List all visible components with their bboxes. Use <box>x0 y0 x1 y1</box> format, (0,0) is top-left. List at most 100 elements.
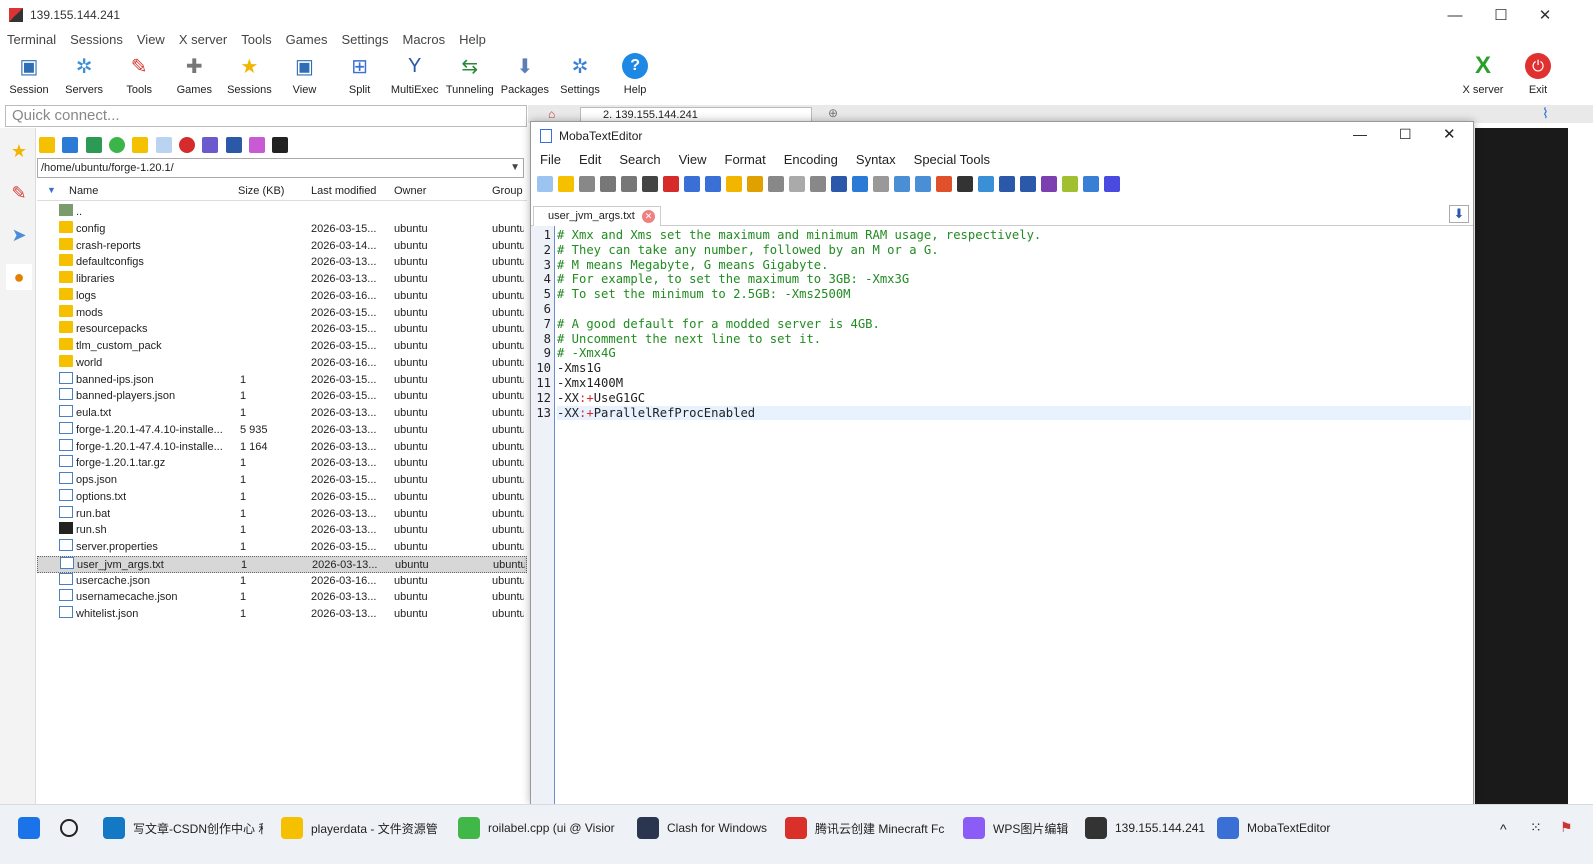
editor-menu-file[interactable]: File <box>531 150 570 170</box>
taskbar-qt-item[interactable]: roilabel.cpp (ui @ Visior <box>458 816 618 840</box>
taskbar-editor-item[interactable]: MobaTextEditor <box>1217 816 1337 840</box>
editor-close-button[interactable]: ✕ <box>1443 125 1456 143</box>
taskbar-folder-item[interactable]: playerdata - 文件资源管 <box>281 816 441 840</box>
file-row[interactable]: defaultconfigs 2026-03-13... ubuntu ubuntu <box>37 254 527 271</box>
close-icon[interactable] <box>663 176 679 192</box>
rename-icon[interactable] <box>202 137 219 153</box>
file-row[interactable]: banned-players.json 1 2026-03-15... ubuntu u… <box>37 388 527 405</box>
taskbar-wps-item[interactable]: 腾讯云创建 Minecraft Fc <box>785 816 945 840</box>
window-icon[interactable] <box>894 176 910 192</box>
toolbar-games-button[interactable]: ✚ Games <box>166 50 222 102</box>
terminal-area[interactable] <box>1475 128 1568 804</box>
wand-icon[interactable] <box>249 137 266 153</box>
quick-connect-input[interactable]: Quick connect... <box>5 105 527 127</box>
column-group[interactable]: Group <box>492 185 523 197</box>
replace-icon[interactable] <box>852 176 868 192</box>
home-tab-icon[interactable]: ⌂ <box>548 107 555 121</box>
minimize-button[interactable]: — <box>1432 0 1478 30</box>
file-row[interactable]: mods 2026-03-15... ubuntu ubuntu <box>37 304 527 322</box>
new-file-icon[interactable] <box>537 176 553 192</box>
toolbar-help-button[interactable]: ? Help <box>607 50 663 102</box>
menu-macros[interactable]: Macros <box>395 30 452 50</box>
cut-icon[interactable] <box>768 176 784 192</box>
menu-sessions[interactable]: Sessions <box>63 30 130 50</box>
highlight-icon[interactable] <box>1062 176 1078 192</box>
file-row[interactable]: usernamecache.json 1 2026-03-13... ubuntu ub… <box>37 589 527 606</box>
editor-menu-search[interactable]: Search <box>610 150 669 170</box>
code-area[interactable]: # Xmx and Xms set the maximum and minimu… <box>555 226 1473 805</box>
editor-minimize-button[interactable]: — <box>1353 126 1367 142</box>
paste-icon[interactable] <box>810 176 826 192</box>
file-row[interactable]: banned-ips.json 1 2026-03-15... ubuntu ubunt… <box>37 371 527 389</box>
editor-menu-special-tools[interactable]: Special Tools <box>905 150 999 170</box>
linux-icon[interactable] <box>957 176 973 192</box>
outdent-icon[interactable] <box>684 176 700 192</box>
properties-icon[interactable] <box>225 137 242 153</box>
file-row[interactable]: resourcepacks 2026-03-15... ubuntu ubuntu <box>37 321 527 338</box>
bookmark-next-icon[interactable] <box>747 176 763 192</box>
tools-icon[interactable]: ✎ <box>6 180 32 206</box>
columns-icon[interactable] <box>1020 176 1036 192</box>
delete-icon[interactable] <box>179 137 196 153</box>
editor-menu-view[interactable]: View <box>670 150 716 170</box>
file-row[interactable]: run.sh 1 2026-03-13... ubuntu ubuntu <box>37 522 527 539</box>
menu-view[interactable]: View <box>130 30 172 50</box>
attach-icon[interactable]: ⌇ <box>1542 105 1549 122</box>
menu-help[interactable]: Help <box>452 30 493 50</box>
toolbar-tools-button[interactable]: ✎ Tools <box>111 50 167 102</box>
file-row[interactable]: libraries 2026-03-13... ubuntu ubuntu <box>37 271 527 288</box>
file-row[interactable]: logs 2026-03-16... ubuntu ubuntu <box>37 287 527 305</box>
toolbar-view-button[interactable]: ▣ View <box>277 50 333 102</box>
refresh-icon[interactable] <box>109 137 126 153</box>
chevron-down-icon[interactable]: ▼ <box>510 159 520 177</box>
sessions-star-icon[interactable]: ★ <box>6 138 32 164</box>
file-row[interactable]: eula.txt 1 2026-03-13... ubuntu ubuntu <box>37 405 527 422</box>
close-x-icon[interactable] <box>1104 176 1120 192</box>
tray-icon[interactable]: ⚑ <box>1560 819 1573 836</box>
grid-icon[interactable] <box>873 176 889 192</box>
menu-settings[interactable]: Settings <box>335 30 396 50</box>
menu-terminal[interactable]: Terminal <box>0 30 63 50</box>
file-row[interactable]: server.properties 1 2026-03-15... ubuntu ubu… <box>37 539 527 556</box>
file-row[interactable]: crash-reports 2026-03-14... ubuntu ubuntu <box>37 237 527 255</box>
column-modified[interactable]: Last modified <box>311 185 376 197</box>
taskbar-edge-item[interactable]: 写文章-CSDN创作中心 和 <box>103 816 263 840</box>
save-all-icon[interactable] <box>621 176 637 192</box>
file-row[interactable]: ops.json 1 2026-03-15... ubuntu ubuntu <box>37 472 527 489</box>
editor-menu-syntax[interactable]: Syntax <box>847 150 905 170</box>
file-row[interactable]: run.bat 1 2026-03-13... ubuntu ubuntu <box>37 505 527 523</box>
toolbar-exit-button[interactable]: ⏻ Exit <box>1510 50 1566 102</box>
pilcrow-icon[interactable] <box>1041 176 1057 192</box>
file-row[interactable]: options.txt 1 2026-03-15... ubuntu ubuntu <box>37 488 527 506</box>
sort-arrow-icon[interactable]: ▼ <box>47 185 56 195</box>
new-tab-icon[interactable]: ⊕ <box>828 106 838 120</box>
toolbar-session-button[interactable]: ▣ Session <box>1 50 57 102</box>
column-name[interactable]: Name <box>69 185 98 197</box>
bookmark-icon[interactable] <box>726 176 742 192</box>
menu-games[interactable]: Games <box>279 30 335 50</box>
toolbar-settings-button[interactable]: ✲ Settings <box>552 50 608 102</box>
taskbar-windows-start-item[interactable] <box>18 816 44 840</box>
toolbar-packages-button[interactable]: ⬇ Packages <box>497 50 553 102</box>
file-row[interactable]: world 2026-03-16... ubuntu ubuntu <box>37 354 527 372</box>
open-folder-icon[interactable] <box>558 176 574 192</box>
taskbar-cat-item[interactable]: Clash for Windows <box>637 816 772 840</box>
file-row[interactable]: tlm_custom_pack 2026-03-15... ubuntu ubuntu <box>37 338 527 355</box>
file-row[interactable]: .. <box>37 204 527 221</box>
column-owner[interactable]: Owner <box>394 185 426 197</box>
find-icon[interactable] <box>831 176 847 192</box>
save-icon[interactable] <box>600 176 616 192</box>
send-icon[interactable]: ➤ <box>6 222 32 248</box>
parent-folder-icon[interactable] <box>39 137 55 153</box>
editor-menu-edit[interactable]: Edit <box>570 150 610 170</box>
taskbar-search-item[interactable] <box>60 816 86 840</box>
maximize-button[interactable]: ☐ <box>1478 0 1524 30</box>
chevron-up-icon[interactable]: ^ <box>1500 821 1507 837</box>
taskbar-mobaxterm-item[interactable]: 139.155.144.241 <box>1085 816 1205 840</box>
file-row[interactable]: user_jvm_args.txt 1 2026-03-13... ubuntu ubu… <box>37 555 527 573</box>
new-file-icon[interactable] <box>155 137 172 153</box>
close-button[interactable]: ✕ <box>1522 0 1568 30</box>
settings-icon[interactable] <box>1083 176 1099 192</box>
new-folder-icon[interactable] <box>132 137 149 153</box>
copy-icon[interactable] <box>789 176 805 192</box>
